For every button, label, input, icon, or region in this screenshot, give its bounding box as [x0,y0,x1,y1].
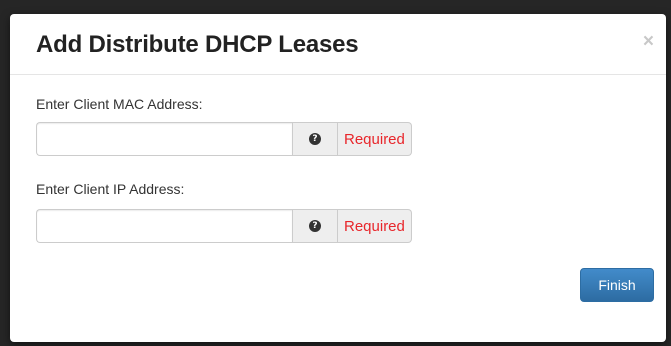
ip-address-required-badge: Required [338,209,412,243]
ip-address-help-button[interactable]: ? [292,209,338,243]
question-circle-icon: ? [309,220,321,232]
modal-title: Add Distribute DHCP Leases [36,31,359,58]
mac-address-help-button[interactable]: ? [292,122,338,156]
ip-address-label: Enter Client IP Address: [36,181,185,197]
question-circle-icon: ? [309,133,321,145]
mac-address-required-badge: Required [338,122,412,156]
close-icon[interactable]: × [643,32,654,51]
mac-address-input-group: ? Required [36,122,412,156]
mac-address-label: Enter Client MAC Address: [36,96,203,112]
ip-address-input[interactable] [36,209,292,243]
mac-address-input[interactable] [36,122,292,156]
modal-header: Add Distribute DHCP Leases × [10,14,666,75]
ip-address-input-group: ? Required [36,209,412,243]
finish-button[interactable]: Finish [580,268,654,302]
add-dhcp-lease-dialog: Add Distribute DHCP Leases × Enter Clien… [10,14,666,342]
